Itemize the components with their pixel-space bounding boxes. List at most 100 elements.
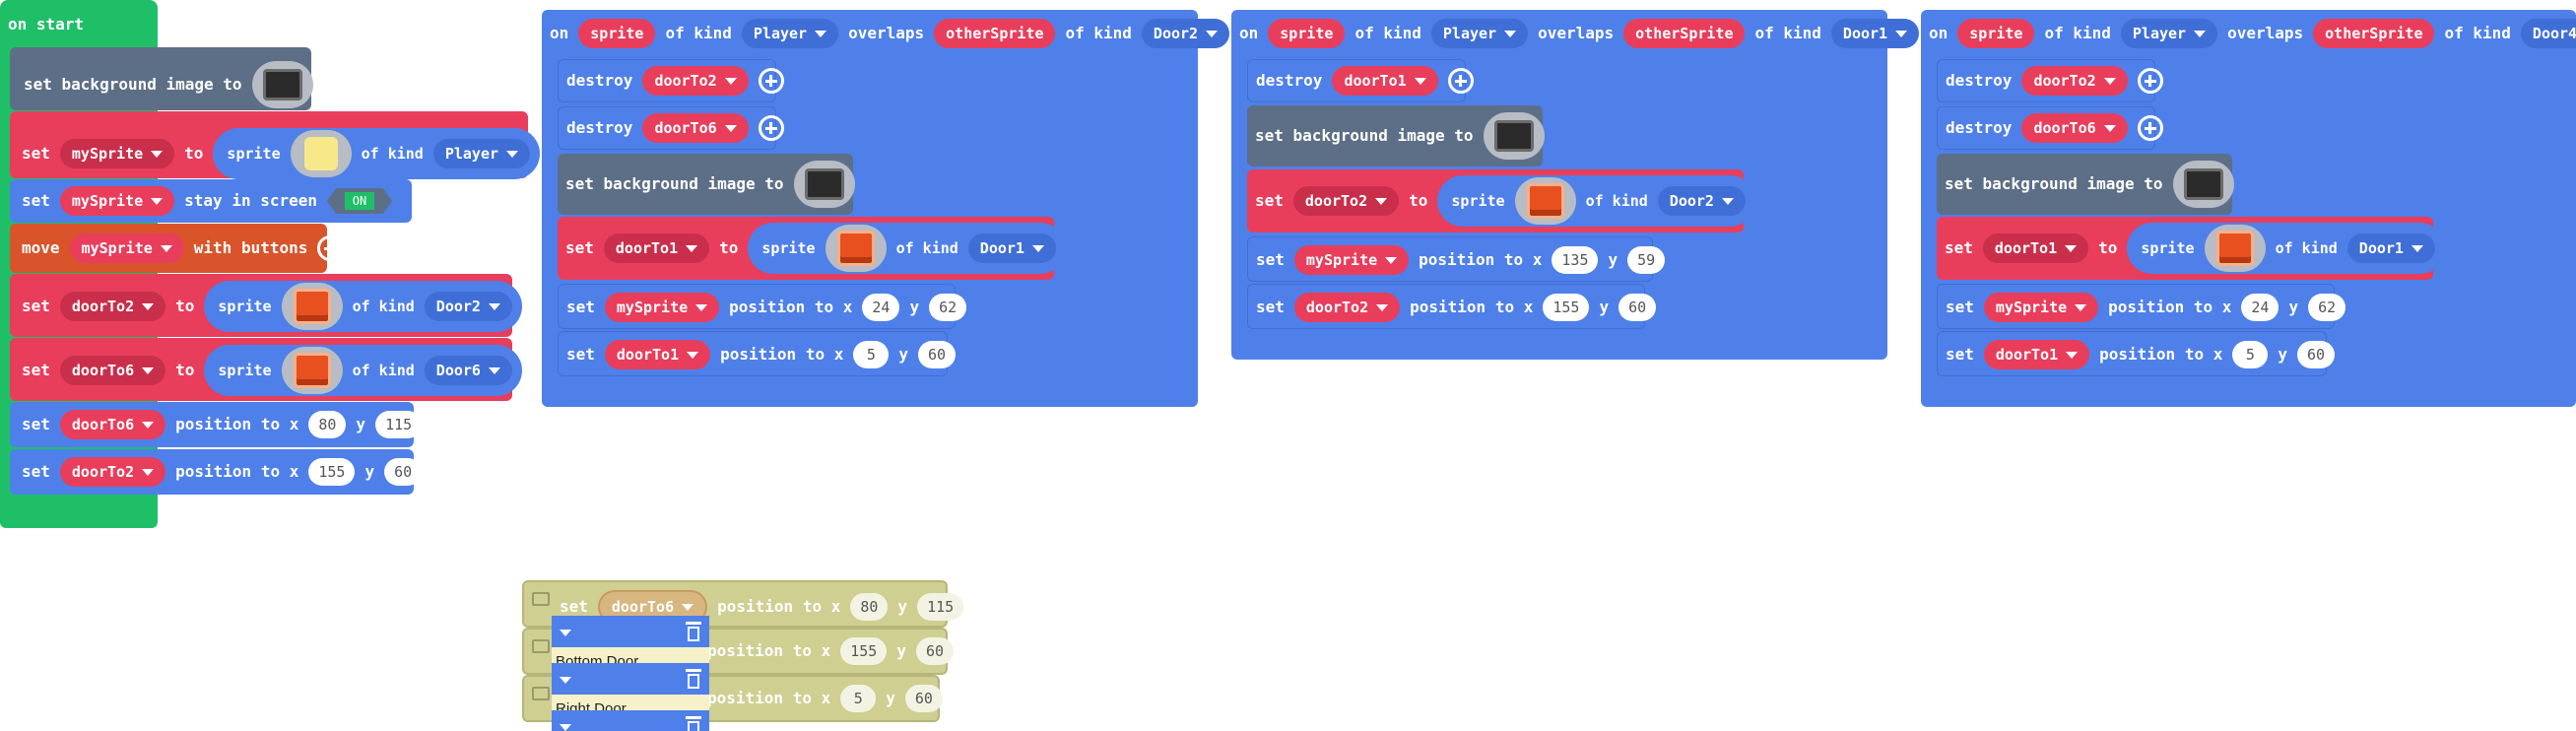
y-input[interactable]: 60 [904, 685, 943, 712]
sprite-create-block[interactable]: sprite of kind Door1 [2127, 223, 2445, 274]
trash-icon[interactable] [686, 622, 701, 641]
sprite-image-picker[interactable] [281, 283, 343, 330]
set-position-block[interactable]: set mySprite position to x 135 y 59 [1247, 236, 1666, 282]
set-background-block[interactable]: set background image to [10, 47, 313, 110]
y-input[interactable]: 62 [929, 294, 967, 321]
other-sprite-variable[interactable]: otherSprite [2313, 19, 2435, 48]
x-input[interactable]: 5 [840, 685, 877, 712]
sprite-variable[interactable]: sprite [578, 19, 656, 48]
set-position-block[interactable]: set doorTo2 position to x 155 y 60 [10, 449, 423, 495]
kind-dropdown[interactable]: Door1 [967, 233, 1056, 263]
destroy-block[interactable]: destroy doorTo2 [558, 59, 784, 102]
kind-dropdown[interactable]: Player [1430, 19, 1529, 48]
background-image-picker[interactable] [793, 161, 855, 208]
y-input[interactable]: 60 [2297, 341, 2336, 368]
other-sprite-variable[interactable]: otherSprite [1623, 19, 1746, 48]
add-icon[interactable] [2137, 68, 2163, 94]
y-input[interactable]: 60 [918, 341, 957, 368]
variable-dropdown[interactable]: doorTo2 [1293, 293, 1401, 322]
set-background-block[interactable]: set background image to [1247, 105, 1545, 166]
destroy-block[interactable]: destroy doorTo6 [1937, 106, 2163, 150]
variable-dropdown[interactable]: doorTo6 [2021, 113, 2128, 143]
kind-dropdown[interactable]: Door4 [2520, 19, 2576, 48]
sprite-create-block[interactable]: sprite of kind Door2 [204, 281, 522, 332]
variable-dropdown[interactable]: doorTo1 [603, 233, 710, 263]
variable-dropdown[interactable]: doorTo1 [1983, 340, 2090, 369]
sprite-image-picker[interactable] [290, 130, 352, 177]
set-sprite-block[interactable]: set doorTo2 to sprite of kind Door2 [1247, 169, 1755, 233]
x-input[interactable]: 155 [840, 637, 888, 665]
y-input[interactable]: 60 [1618, 294, 1657, 321]
variable-dropdown[interactable]: mySprite [604, 293, 720, 322]
y-input[interactable]: 115 [375, 411, 423, 438]
variable-dropdown[interactable]: doorTo1 [1332, 66, 1438, 96]
kind-dropdown[interactable]: Door1 [1830, 19, 1920, 48]
set-mysprite-block[interactable]: set mySprite to sprite of kind Player [10, 111, 541, 179]
variable-dropdown[interactable]: mySprite [1293, 245, 1410, 275]
set-background-block[interactable]: set background image to [1937, 154, 2234, 215]
sprite-create-block[interactable]: sprite of kind Door2 [1437, 175, 1755, 227]
add-icon[interactable] [317, 235, 344, 261]
sprite-variable[interactable]: sprite [1268, 19, 1346, 48]
destroy-block[interactable]: destroy doorTo1 [1247, 59, 1474, 102]
y-input[interactable]: 59 [1627, 246, 1666, 274]
variable-dropdown[interactable]: doorTo6 [642, 113, 749, 143]
sprite-create-block[interactable]: sprite of kind Player [213, 128, 541, 179]
sprite-image-picker[interactable] [281, 347, 343, 394]
variable-dropdown[interactable]: doorTo2 [1292, 186, 1400, 216]
menu-item[interactable] [552, 710, 709, 731]
kind-dropdown[interactable]: Player [741, 19, 839, 48]
sprite-create-block[interactable]: sprite of kind Door6 [204, 345, 522, 396]
set-position-block[interactable]: set doorTo6 position to x 80 y 115 [10, 402, 423, 447]
sprite-image-picker[interactable] [2204, 225, 2266, 272]
variable-dropdown[interactable]: doorTo2 [642, 66, 749, 96]
y-input[interactable]: 115 [917, 593, 964, 621]
variable-dropdown[interactable]: doorTo2 [59, 457, 166, 487]
y-input[interactable]: 60 [915, 637, 955, 665]
set-position-block[interactable]: set mySprite position to x 24 y 62 [558, 284, 967, 329]
kind-dropdown[interactable]: Door6 [424, 356, 512, 385]
sprite-variable[interactable]: sprite [1957, 19, 2035, 48]
sprite-image-picker[interactable] [825, 225, 887, 272]
add-icon[interactable] [2137, 115, 2163, 141]
kind-dropdown[interactable]: Player [2120, 19, 2218, 48]
sprite-create-block[interactable]: sprite of kind Door1 [748, 223, 1066, 274]
x-input[interactable]: 155 [1543, 294, 1590, 321]
kind-dropdown[interactable]: Door2 [1141, 19, 1230, 48]
set-position-block[interactable]: set mySprite position to x 24 y 62 [1937, 284, 2346, 329]
y-input[interactable]: 60 [384, 458, 423, 486]
add-icon[interactable] [758, 68, 784, 94]
set-doorto2-block[interactable]: set doorTo2 to sprite of kind Door2 [10, 274, 522, 337]
variable-dropdown[interactable]: doorTo2 [2021, 66, 2128, 96]
variable-dropdown[interactable]: doorTo6 [59, 410, 166, 439]
x-input[interactable]: 24 [862, 294, 900, 321]
x-input[interactable]: 80 [850, 593, 889, 621]
menu-item[interactable]: Right Door [552, 663, 709, 717]
x-input[interactable]: 155 [308, 458, 356, 486]
set-position-block[interactable]: set doorTo1 position to x 5 y 60 [1937, 331, 2336, 376]
x-input[interactable]: 24 [2241, 294, 2279, 321]
set-position-block[interactable]: set doorTo1 position to x 5 y 60 [558, 331, 957, 376]
on-toggle[interactable]: ON [327, 188, 393, 214]
kind-dropdown[interactable]: Door1 [2346, 233, 2435, 263]
background-image-picker[interactable] [251, 61, 313, 108]
y-input[interactable]: 62 [2308, 294, 2346, 321]
set-sprite-block[interactable]: set doorTo1 to sprite of kind Door1 [1937, 217, 2445, 280]
x-input[interactable]: 80 [308, 411, 347, 438]
background-image-picker[interactable] [2172, 161, 2234, 208]
x-input[interactable]: 135 [1552, 246, 1599, 274]
trash-icon[interactable] [686, 716, 701, 731]
background-image-picker[interactable] [1483, 112, 1545, 160]
variable-dropdown[interactable]: mySprite [59, 186, 175, 216]
kind-dropdown[interactable]: Door2 [424, 292, 512, 321]
variable-dropdown[interactable]: doorTo2 [59, 292, 166, 321]
variable-dropdown[interactable]: doorTo6 [59, 356, 166, 385]
variable-dropdown[interactable]: doorTo1 [1982, 233, 2089, 263]
stay-in-screen-block[interactable]: set mySprite stay in screen ON [10, 179, 412, 223]
kind-dropdown[interactable]: Player [432, 139, 531, 168]
variable-dropdown[interactable]: mySprite [59, 139, 175, 168]
set-doorto6-block[interactable]: set doorTo6 to sprite of kind Door6 [10, 338, 522, 401]
menu-item[interactable]: Bottom Door [552, 616, 709, 670]
kind-dropdown[interactable]: Door2 [1657, 186, 1746, 216]
destroy-block[interactable]: destroy doorTo6 [558, 106, 784, 150]
